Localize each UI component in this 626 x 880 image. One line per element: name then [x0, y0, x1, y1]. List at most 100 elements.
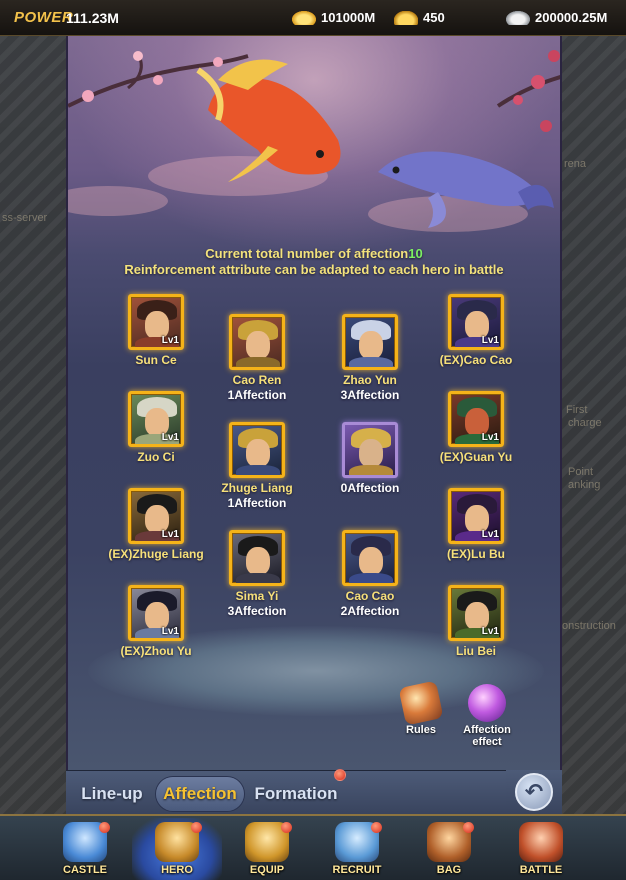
- hero-level: Lv1: [161, 335, 179, 346]
- hero-card-ex-cao-cao[interactable]: Lv1 (EX)Cao Cao: [416, 294, 536, 368]
- back-button[interactable]: ↶: [506, 770, 562, 814]
- hero-card-ex-zhou-yu[interactable]: Lv1 (EX)Zhou Yu: [96, 585, 216, 659]
- hero-portrait: Lv1: [128, 294, 184, 350]
- affection-effect-label: Affection effect: [463, 724, 511, 748]
- gold-coins-icon: [292, 10, 316, 25]
- notification-dot-icon: [371, 822, 382, 833]
- silver-value: 200000.25M: [535, 10, 608, 25]
- hero-card-cao-ren[interactable]: Cao Ren 1Affection: [197, 314, 317, 402]
- crystal-orb-icon: [468, 684, 506, 722]
- hero-card-cao-cao[interactable]: Cao Cao 2Affection: [310, 530, 430, 618]
- hero-portrait: Lv1: [448, 488, 504, 544]
- hero-name: Cao Cao: [345, 589, 395, 603]
- background-left-strip: ss-server: [0, 36, 66, 814]
- background-recharge-label: charge: [568, 417, 602, 429]
- hero-level: Lv1: [481, 529, 499, 540]
- notification-dot-icon: [191, 822, 202, 833]
- nav-hero[interactable]: HERO: [132, 818, 222, 880]
- nav-recruit-label: RECRUIT: [332, 864, 382, 876]
- notification-dot-icon: [334, 769, 346, 781]
- hero-portrait: Lv1: [448, 294, 504, 350]
- affection-effect-button[interactable]: Affection effect: [452, 684, 522, 748]
- back-arrow-icon: ↶: [515, 773, 553, 811]
- hero-portrait: Lv1: [448, 585, 504, 641]
- hero-name: (EX)Guan Yu: [439, 450, 513, 464]
- blue-koi-fish-decoration: [378, 151, 554, 228]
- nav-equip-label: EQUIP: [249, 864, 285, 876]
- affection-total-text: Current total number of affection10: [68, 246, 560, 261]
- hero-portrait: [229, 314, 285, 370]
- nav-battle[interactable]: BATTLE: [496, 818, 586, 880]
- affection-total-count: 10: [408, 246, 423, 261]
- power-label: POWER: [14, 9, 74, 26]
- resource-bar: POWER 111.23M 101000M 450 200000.25M: [0, 0, 626, 36]
- gold-value: 101000M: [321, 10, 376, 25]
- bottom-navigation: CASTLE HERO EQUIP RECRUIT BAG BATTLE: [0, 814, 626, 880]
- hero-portrait: Lv1: [448, 391, 504, 447]
- affection-panel: Current total number of affection10 Rein…: [66, 36, 562, 770]
- hero-portrait: [342, 530, 398, 586]
- background-ranking-label: anking: [568, 479, 601, 491]
- hero-name: Liu Bei: [455, 644, 496, 658]
- hero-affection: 2Affection: [340, 604, 400, 618]
- hero-tab-bar: Line-up Affection Formation: [66, 769, 562, 814]
- nav-hero-label: HERO: [161, 864, 193, 876]
- background-server-label: ss-server: [2, 212, 48, 224]
- hero-portrait: Lv1: [128, 488, 184, 544]
- hero-affection: 0Affection: [340, 481, 400, 495]
- rules-label: Rules: [406, 724, 436, 736]
- nav-bag-label: BAG: [436, 864, 462, 876]
- hero-level: Lv1: [481, 335, 499, 346]
- silver-resource[interactable]: 200000.25M: [506, 10, 607, 25]
- affection-total-label: Current total number of affection: [205, 246, 409, 261]
- hero-name: Cao Ren: [232, 373, 282, 387]
- reinforcement-info-text: Reinforcement attribute can be adapted t…: [124, 262, 504, 277]
- notification-dot-icon: [463, 822, 474, 833]
- background-first-label: First: [566, 404, 588, 416]
- scroll-icon: [398, 680, 444, 726]
- ingot-resource[interactable]: 450: [394, 10, 445, 25]
- hero-portrait: [342, 314, 398, 370]
- tab-line-up[interactable]: Line-up: [70, 777, 154, 811]
- hero-portrait: [342, 422, 398, 478]
- hero-name: (EX)Zhou Yu: [120, 644, 192, 658]
- gold-ingot-icon: [394, 10, 418, 25]
- hero-card-locked-hero[interactable]: 0Affection: [310, 422, 430, 495]
- hero-level: Lv1: [161, 626, 179, 637]
- hero-card-liu-bei[interactable]: Lv1 Liu Bei: [416, 585, 536, 659]
- hero-portrait: [229, 422, 285, 478]
- nav-castle-label: CASTLE: [63, 864, 107, 876]
- crossed-swords-icon: [519, 822, 563, 862]
- hero-level: Lv1: [161, 529, 179, 540]
- hero-card-zhao-yun[interactable]: Zhao Yun 3Affection: [310, 314, 430, 402]
- hero-portrait: [229, 530, 285, 586]
- silver-coins-icon: [506, 10, 530, 25]
- tab-formation[interactable]: Formation: [246, 777, 346, 811]
- ingot-value: 450: [423, 10, 445, 25]
- background-arena-label: rena: [564, 158, 587, 170]
- hero-name: (EX)Cao Cao: [439, 353, 513, 367]
- hero-level: Lv1: [481, 432, 499, 443]
- tab-affection[interactable]: Affection: [156, 777, 244, 811]
- nav-equip[interactable]: EQUIP: [222, 818, 312, 880]
- notification-dot-icon: [281, 822, 292, 833]
- hero-level: Lv1: [161, 432, 179, 443]
- background-right-strip: rena First charge Point anking onstructi…: [560, 36, 626, 814]
- power-value: 111.23M: [66, 10, 119, 26]
- background-construction-label: onstruction: [562, 620, 616, 632]
- gold-resource[interactable]: 101000M: [292, 10, 375, 25]
- hero-portrait: Lv1: [128, 391, 184, 447]
- background-point-label: Point: [568, 466, 594, 478]
- hero-affection: 3Affection: [340, 388, 400, 402]
- nav-bag[interactable]: BAG: [404, 818, 494, 880]
- hero-name: Zhao Yun: [343, 373, 397, 387]
- hero-card-ex-guan-yu[interactable]: Lv1 (EX)Guan Yu: [416, 391, 536, 465]
- hero-portrait: Lv1: [128, 585, 184, 641]
- hero-level: Lv1: [481, 626, 499, 637]
- hero-name: (EX)Lu Bu: [447, 547, 505, 561]
- notification-dot-icon: [99, 822, 110, 833]
- nav-recruit[interactable]: RECRUIT: [312, 818, 402, 880]
- hero-card-ex-lu-bu[interactable]: Lv1 (EX)Lu Bu: [416, 488, 536, 562]
- rules-button[interactable]: Rules: [386, 680, 456, 736]
- nav-castle[interactable]: CASTLE: [40, 818, 130, 880]
